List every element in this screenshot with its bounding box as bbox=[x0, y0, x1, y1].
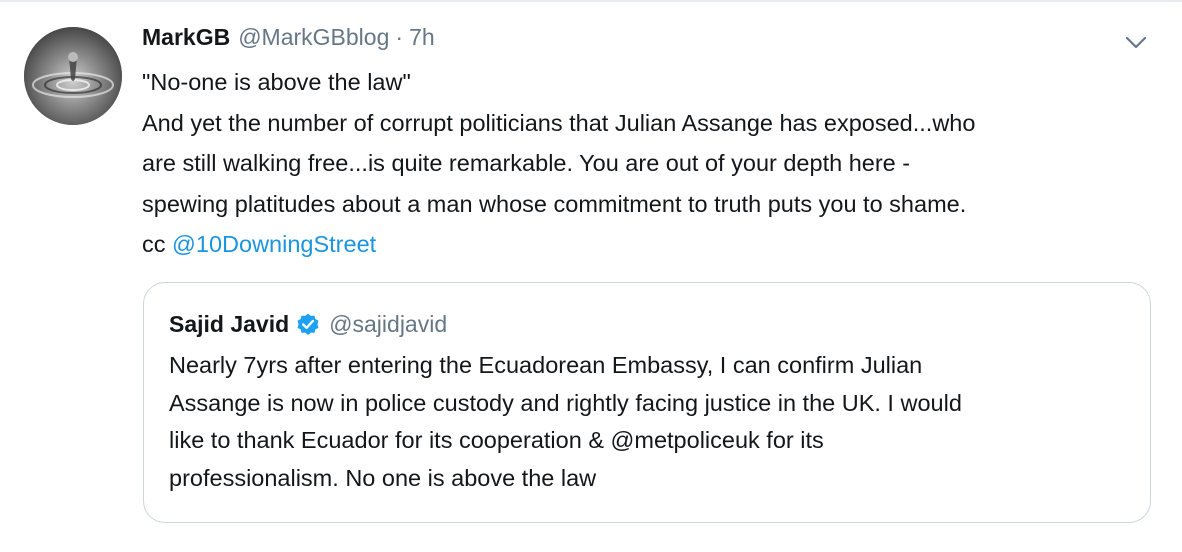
author-name[interactable]: MarkGB bbox=[142, 24, 230, 51]
quoted-text-line: Assange is now in police custody and rig… bbox=[169, 389, 962, 416]
quoted-text-line: Nearly 7yrs after entering the Ecuadorea… bbox=[169, 352, 923, 378]
quoted-tweet[interactable]: Sajid Javid @sajidjavid Nearly 7yrs afte… bbox=[143, 282, 1151, 523]
tweet-text-line: And yet the number of corrupt politician… bbox=[142, 109, 976, 136]
author-handle[interactable]: @MarkGBblog bbox=[238, 24, 389, 51]
quoted-author-handle: @sajidjavid bbox=[329, 311, 448, 337]
quoted-tweet-text: Nearly 7yrs after entering the Ecuadorea… bbox=[169, 347, 1139, 497]
mention-link[interactable]: @10DowningStreet bbox=[172, 231, 376, 257]
avatar[interactable] bbox=[24, 27, 122, 125]
divider bbox=[0, 0, 1182, 2]
tweet-text-line: cc @10DowningStreet bbox=[142, 224, 1162, 265]
cc-prefix: cc bbox=[142, 231, 173, 257]
quoted-text-line: professionalism. No one is above the law bbox=[169, 464, 597, 491]
chevron-down-icon[interactable] bbox=[1124, 34, 1148, 52]
tweet-header: MarkGB @MarkGBblog · 7h bbox=[142, 24, 435, 58]
tweet-text: "No-one is above the law" And yet the nu… bbox=[142, 62, 1162, 265]
quoted-author-name: Sajid Javid bbox=[169, 311, 290, 337]
quoted-text-line: like to thank Ecuador for its cooperatio… bbox=[169, 427, 824, 453]
verified-badge-icon bbox=[295, 312, 321, 338]
tweet-text-line: spewing platitudes about a man whose com… bbox=[142, 190, 967, 217]
tweet[interactable]: MarkGB @MarkGBblog · 7h "No-one is above… bbox=[0, 0, 1182, 552]
separator-dot: · bbox=[395, 24, 404, 50]
tweet-text-line: are still walking free...is quite remark… bbox=[142, 150, 911, 176]
tweet-text-line: "No-one is above the law" bbox=[142, 69, 411, 95]
quoted-tweet-header: Sajid Javid @sajidjavid bbox=[169, 311, 447, 338]
timestamp[interactable]: 7h bbox=[409, 24, 435, 51]
